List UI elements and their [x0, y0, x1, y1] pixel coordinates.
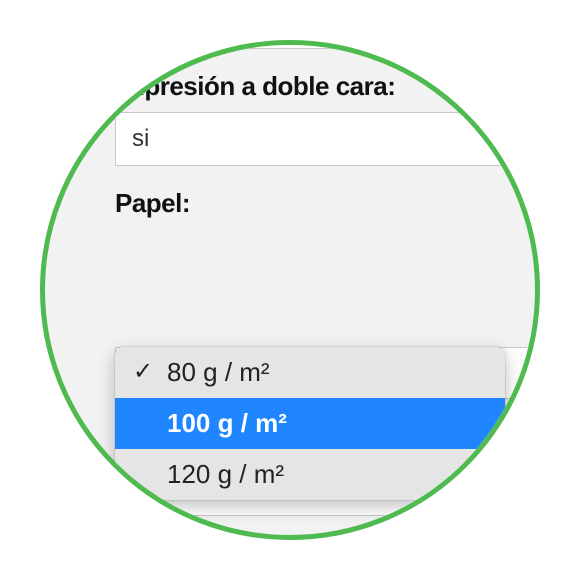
paper-label: Papel: [115, 188, 540, 219]
submit-button[interactable]: CONVERTIR [115, 538, 540, 540]
paper-select-wrap: No vinculante ✓ 80 g / m² 100 g / m² 120… [115, 347, 540, 399]
double-sided-input[interactable]: si [115, 112, 540, 166]
paper-dropdown: ✓ 80 g / m² 100 g / m² 120 g / m² [115, 347, 505, 500]
double-sided-label: Impresión a doble cara: [115, 71, 540, 102]
circular-viewport: Impresión a doble cara: si Papel: No vin… [40, 40, 540, 540]
paper-option-80[interactable]: ✓ 80 g / m² [115, 347, 505, 398]
form-area: Impresión a doble cara: si Papel: No vin… [115, 40, 540, 540]
paper-option-label: 80 g / m² [167, 357, 270, 387]
paper-option-100[interactable]: 100 g / m² [115, 398, 505, 449]
paper-option-120[interactable]: 120 g / m² [115, 449, 505, 500]
paper-option-label: 120 g / m² [167, 459, 284, 489]
cut-off-input[interactable] [165, 40, 355, 49]
paper-option-label: 100 g / m² [167, 408, 287, 438]
checkmark-icon: ✓ [133, 357, 153, 386]
